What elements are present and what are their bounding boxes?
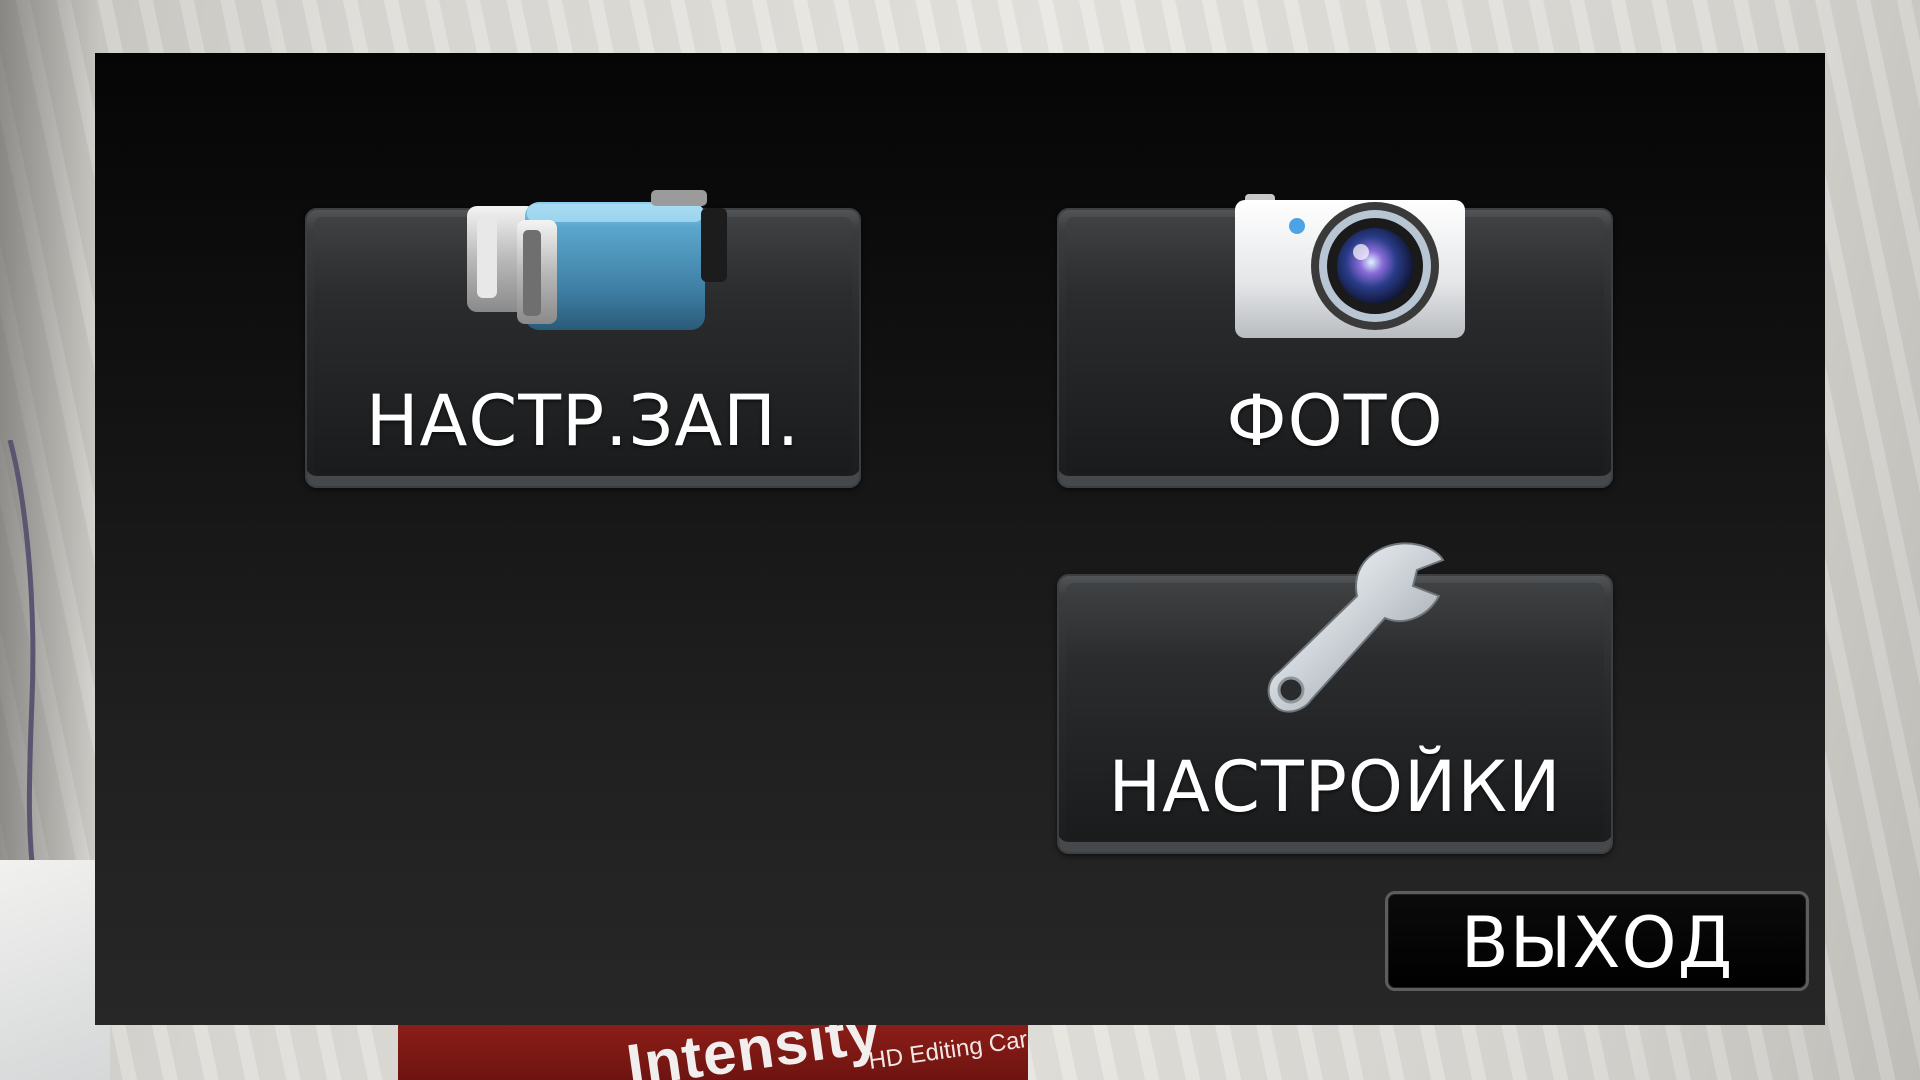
- exit-button[interactable]: ВЫХОД: [1385, 891, 1809, 991]
- plastic-bag: [0, 860, 110, 1080]
- product-box-brand: Intensity: [622, 1024, 886, 1080]
- exit-label: ВЫХОД: [1460, 902, 1734, 984]
- menu-item-settings[interactable]: НАСТРОЙКИ: [1057, 542, 1613, 854]
- cable-icon: [7, 440, 39, 900]
- record-settings-label: НАСТР.ЗАП.: [365, 380, 801, 462]
- menu-item-record-settings[interactable]: НАСТР.ЗАП.: [305, 190, 861, 488]
- photo-label: ФОТО: [1226, 380, 1444, 462]
- wrench-icon: [1267, 542, 1445, 713]
- photo-camera-icon: [1235, 194, 1465, 338]
- camera-menu-screen: НАСТР.ЗАП. ФОТО НАСТРОЙКИ ВЫХОД: [95, 53, 1825, 1025]
- video-camera-icon: [467, 190, 727, 330]
- settings-label: НАСТРОЙКИ: [1108, 746, 1562, 828]
- product-box-tagline: HD Editing Card: [866, 1024, 1028, 1075]
- menu-item-photo[interactable]: ФОТО: [1057, 194, 1613, 488]
- product-box: Intensity HD Editing Card: [398, 1024, 1028, 1080]
